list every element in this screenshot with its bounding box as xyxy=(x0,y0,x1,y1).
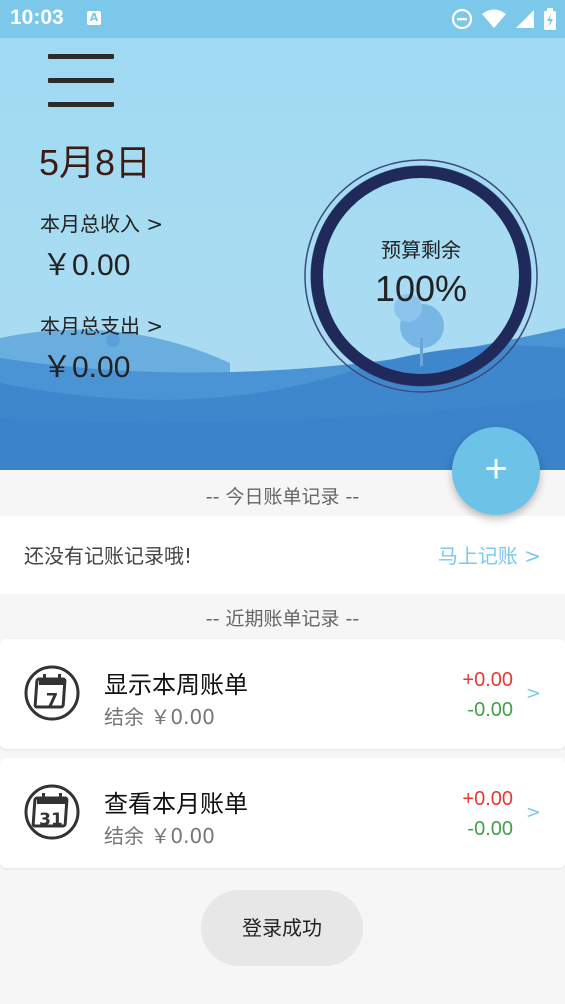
card-income: +0.00 xyxy=(462,788,513,810)
today-records: 还没有记账记录哦! 马上记账 > xyxy=(0,516,565,594)
monthly-income-link[interactable]: 本月总收入 > xyxy=(40,208,163,237)
card-income: +0.00 xyxy=(462,669,513,691)
card-balance: 结余 ￥0.00 xyxy=(104,705,215,729)
monthly-expense-link[interactable]: 本月总支出 > xyxy=(40,310,163,339)
monthly-income-value: ￥0.00 xyxy=(42,249,131,282)
status-bar: 10:03 A xyxy=(0,0,565,38)
empty-records-text: 还没有记账记录哦! xyxy=(24,544,193,568)
do-not-disturb-icon xyxy=(451,8,473,30)
monthly-bill-card[interactable]: 31 查看本月账单 结余 ￥0.00 +0.00 -0.00 > xyxy=(0,758,565,868)
battery-icon xyxy=(544,8,556,30)
login-success-toast: 登录成功 xyxy=(201,890,363,966)
calendar-week-icon: 7 xyxy=(24,665,80,721)
calendar-day-number: 7 xyxy=(46,690,59,711)
chevron-right-icon: > xyxy=(525,802,541,823)
recent-section-title: -- 近期账单记录 -- xyxy=(205,608,360,630)
a-icon: A xyxy=(87,11,101,25)
calendar-month-icon: 31 xyxy=(24,784,80,840)
card-expense: -0.00 xyxy=(467,699,513,721)
signal-icon xyxy=(516,10,534,28)
budget-remaining-value: 100% xyxy=(374,268,468,309)
weekly-bill-card[interactable]: 7 显示本周账单 结余 ￥0.00 +0.00 -0.00 > xyxy=(0,639,565,749)
monthly-expense-value: ￥0.00 xyxy=(42,351,131,384)
wifi-icon xyxy=(482,9,506,28)
card-balance: 结余 ￥0.00 xyxy=(104,824,215,848)
card-title: 显示本周账单 xyxy=(104,671,248,699)
record-now-link[interactable]: 马上记账 > xyxy=(438,540,541,569)
card-expense: -0.00 xyxy=(467,818,513,840)
summary-header: 5月8日 本月总收入 > ￥0.00 本月总支出 > ￥0.00 预算剩余 10… xyxy=(0,38,565,470)
add-record-button[interactable]: + xyxy=(452,427,540,515)
current-date: 5月8日 xyxy=(39,142,152,183)
chevron-right-icon: > xyxy=(525,683,541,704)
calendar-day-number: 31 xyxy=(39,810,63,830)
budget-remaining-label: 预算剩余 xyxy=(381,238,461,262)
menu-button[interactable] xyxy=(46,52,116,110)
card-title: 查看本月账单 xyxy=(104,790,248,818)
clock: 10:03 xyxy=(10,6,64,29)
status-icons xyxy=(451,7,557,31)
